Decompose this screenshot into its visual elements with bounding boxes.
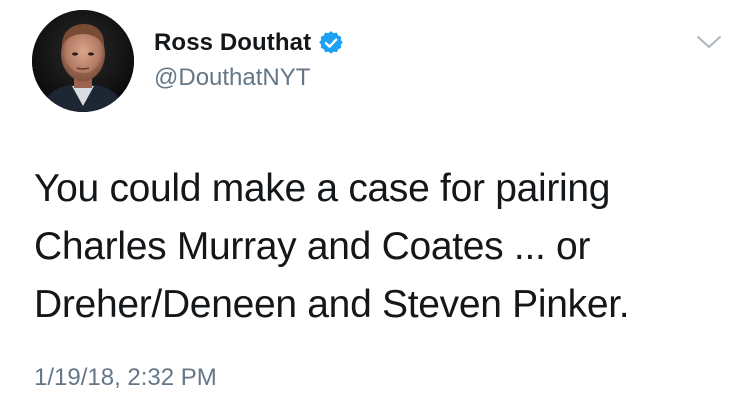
tweet-card: Ross Douthat @DouthatNYT You could make … xyxy=(0,0,744,408)
avatar[interactable] xyxy=(32,10,134,112)
chevron-down-icon[interactable] xyxy=(696,34,722,50)
profile-photo xyxy=(32,10,134,112)
tweet-timestamp[interactable]: 1/19/18, 2:32 PM xyxy=(34,364,217,392)
tweet-text-line: You could make a case for pairing xyxy=(34,167,611,210)
tweet-text: You could make a case for pairing Charle… xyxy=(34,160,724,334)
author-name-row[interactable]: Ross Douthat xyxy=(154,28,344,58)
tweet-text-line: Charles Murray and Coates ... or xyxy=(34,225,591,268)
tweet-text-line: Dreher/Deneen and Steven Pinker. xyxy=(34,283,630,326)
verified-badge-icon xyxy=(319,31,344,55)
display-name[interactable]: Ross Douthat xyxy=(154,29,311,57)
author-handle[interactable]: @DouthatNYT xyxy=(154,64,310,92)
